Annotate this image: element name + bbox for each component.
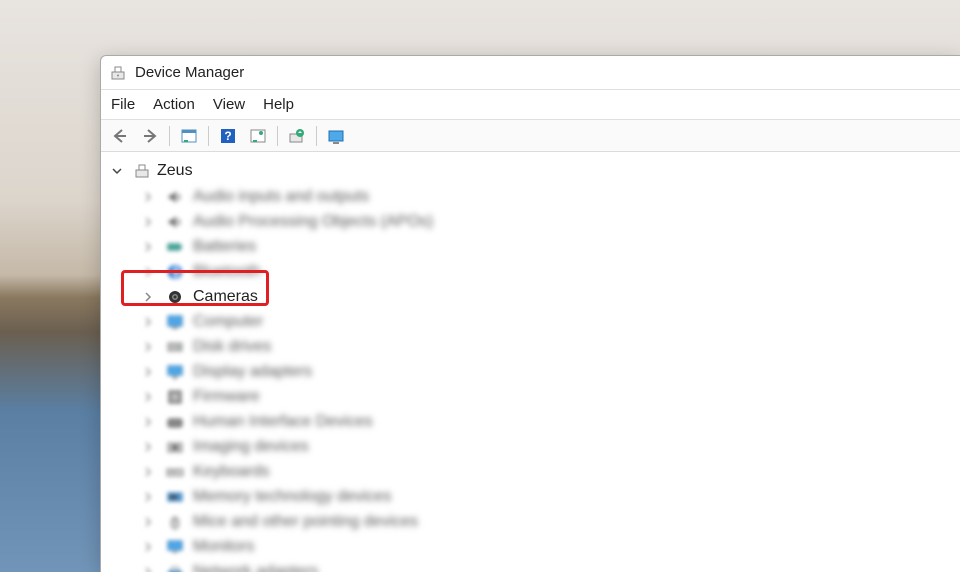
tree-item-label: Monitors xyxy=(193,538,254,556)
tree-item-label: Disk drives xyxy=(193,338,271,356)
tree-root[interactable]: Zeus xyxy=(107,160,960,182)
tree-item-label: Audio inputs and outputs xyxy=(193,188,369,206)
computer-icon xyxy=(133,162,151,180)
expand-icon[interactable] xyxy=(143,317,157,327)
tree-item[interactable]: Keyboards xyxy=(139,459,960,484)
scan-icon[interactable] xyxy=(245,123,271,149)
tree-item[interactable]: Monitors xyxy=(139,534,960,559)
tree-item-label: Computer xyxy=(193,313,263,331)
camera-icon xyxy=(165,287,185,307)
toolbar-separator xyxy=(316,126,317,146)
expand-icon[interactable] xyxy=(143,242,157,252)
mouse-icon xyxy=(165,512,185,532)
tree-item[interactable]: Memory technology devices xyxy=(139,484,960,509)
tree-item-label: Memory technology devices xyxy=(193,488,391,506)
tree-item-label: Bluetooth xyxy=(193,263,261,281)
root-label: Zeus xyxy=(157,162,193,180)
battery-icon xyxy=(165,237,185,257)
tree-item[interactable]: Audio inputs and outputs xyxy=(139,184,960,209)
tree-item-label: Imaging devices xyxy=(193,438,309,456)
menu-help[interactable]: Help xyxy=(263,96,294,113)
svg-text:?: ? xyxy=(224,129,231,143)
device-tree: Zeus Audio inputs and outputs Audio Proce… xyxy=(101,152,960,572)
tree-item-label: Keyboards xyxy=(193,463,270,481)
expand-icon[interactable] xyxy=(143,292,157,302)
properties-icon[interactable] xyxy=(176,123,202,149)
show-hidden-icon[interactable] xyxy=(323,123,349,149)
expand-icon[interactable] xyxy=(143,567,157,572)
expand-icon[interactable] xyxy=(143,267,157,277)
expand-icon[interactable] xyxy=(143,467,157,477)
forward-arrow-icon[interactable] xyxy=(137,123,163,149)
menubar: File Action View Help xyxy=(101,90,960,120)
tree-children: Audio inputs and outputs Audio Processing… xyxy=(107,182,960,572)
tree-item-label: Human Interface Devices xyxy=(193,413,373,431)
tree-item-label: Audio Processing Objects (APOs) xyxy=(193,213,433,231)
computer-icon xyxy=(165,312,185,332)
tree-item-label: Display adapters xyxy=(193,363,312,381)
tree-item[interactable]: Display adapters xyxy=(139,359,960,384)
window-title: Device Manager xyxy=(135,64,244,81)
tree-item[interactable]: Mice and other pointing devices xyxy=(139,509,960,534)
tree-item[interactable]: Network adapters xyxy=(139,559,960,572)
toolbar-separator xyxy=(277,126,278,146)
tree-item-label: Firmware xyxy=(193,388,260,406)
device-manager-icon xyxy=(109,64,127,82)
expand-icon[interactable] xyxy=(143,367,157,377)
tree-item[interactable]: Cameras xyxy=(139,284,960,309)
imaging-icon xyxy=(165,437,185,457)
desktop-wallpaper: Device Manager File Action View Help ? xyxy=(0,0,960,572)
tree-item-label: Cameras xyxy=(193,288,258,306)
toolbar: ? xyxy=(101,120,960,152)
expand-icon[interactable] xyxy=(143,517,157,527)
tree-item-label: Network adapters xyxy=(193,563,318,572)
network-icon xyxy=(165,562,185,572)
monitor-icon xyxy=(165,537,185,557)
tree-item[interactable]: Disk drives xyxy=(139,334,960,359)
expand-icon[interactable] xyxy=(143,392,157,402)
collapse-icon[interactable] xyxy=(111,165,127,177)
tree-item-label: Mice and other pointing devices xyxy=(193,513,418,531)
expand-icon[interactable] xyxy=(143,542,157,552)
expand-icon[interactable] xyxy=(143,442,157,452)
expand-icon[interactable] xyxy=(143,417,157,427)
tree-item[interactable]: Human Interface Devices xyxy=(139,409,960,434)
back-arrow-icon[interactable] xyxy=(107,123,133,149)
tree-item[interactable]: Batteries xyxy=(139,234,960,259)
tree-item[interactable]: Computer xyxy=(139,309,960,334)
disk-icon xyxy=(165,337,185,357)
tree-item[interactable]: Firmware xyxy=(139,384,960,409)
expand-icon[interactable] xyxy=(143,192,157,202)
device-manager-window: Device Manager File Action View Help ? xyxy=(100,55,960,572)
tree-item-label: Batteries xyxy=(193,238,256,256)
tree-item[interactable]: Imaging devices xyxy=(139,434,960,459)
expand-icon[interactable] xyxy=(143,217,157,227)
expand-icon[interactable] xyxy=(143,342,157,352)
help-icon[interactable]: ? xyxy=(215,123,241,149)
expand-icon[interactable] xyxy=(143,492,157,502)
tree-item[interactable]: Audio Processing Objects (APOs) xyxy=(139,209,960,234)
menu-action[interactable]: Action xyxy=(153,96,195,113)
firmware-icon xyxy=(165,387,185,407)
hid-icon xyxy=(165,412,185,432)
audio-icon xyxy=(165,187,185,207)
display-icon xyxy=(165,362,185,382)
menu-view[interactable]: View xyxy=(213,96,245,113)
toolbar-separator xyxy=(169,126,170,146)
audio-icon xyxy=(165,212,185,232)
titlebar[interactable]: Device Manager xyxy=(101,56,960,90)
toolbar-separator xyxy=(208,126,209,146)
keyboard-icon xyxy=(165,462,185,482)
menu-file[interactable]: File xyxy=(111,96,135,113)
update-icon[interactable] xyxy=(284,123,310,149)
tree-item[interactable]: Bluetooth xyxy=(139,259,960,284)
bluetooth-icon xyxy=(165,262,185,282)
memory-icon xyxy=(165,487,185,507)
